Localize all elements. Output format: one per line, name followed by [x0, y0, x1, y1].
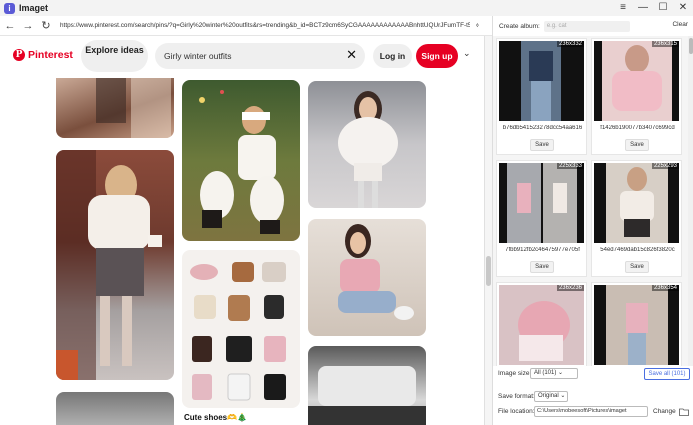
clear-search-icon[interactable]: ✕	[346, 48, 357, 62]
image-dimensions: 236x315	[651, 41, 679, 47]
pin-image[interactable]	[308, 81, 426, 208]
save-format-label: Save format:	[498, 393, 535, 400]
feed-scrollbar-thumb[interactable]	[486, 256, 491, 286]
save-all-button[interactable]: Save all (101)	[644, 368, 690, 380]
save-format-select[interactable]: Original ⌄	[534, 391, 568, 402]
image-dimensions: 225x293	[651, 163, 679, 169]
thumbnail[interactable]	[594, 163, 679, 243]
image-filename: f1426b190077b3407c699cd	[600, 125, 675, 131]
image-size-row: Image size: All (101) ⌄ Save all (101)	[493, 366, 693, 382]
app-logo-icon: i	[4, 2, 15, 14]
download-panel: Create album: e.g. cat Clear 236x332 b76…	[492, 16, 693, 425]
pinterest-logo[interactable]: P Pinterest	[13, 49, 73, 61]
pin-image[interactable]	[308, 219, 426, 336]
clear-button[interactable]: Clear	[672, 21, 688, 28]
image-filename: 7fbb912fb2c46475977e705f	[505, 247, 580, 253]
save-button[interactable]: Save	[625, 139, 649, 151]
pin-caption[interactable]: Cute shoes🫶🎄	[184, 413, 247, 422]
browser-toolbar: ← → ↻ https://www.pinterest.com/search/p…	[0, 16, 492, 36]
window-controls: ≡ — ☐ ✕	[617, 1, 689, 15]
minimize-icon[interactable]: —	[637, 1, 649, 15]
pinterest-header: P Pinterest Explore ideas Girly winter o…	[0, 36, 484, 78]
album-label: Create album:	[499, 22, 540, 30]
forward-arrow-icon[interactable]: →	[20, 20, 36, 32]
panel-scrollbar-thumb[interactable]	[689, 38, 693, 54]
image-item[interactable]: 225x333 7fbb912fb2c46475977e705f Save	[496, 160, 587, 277]
image-filename: b76db541523278dcc54aa616	[502, 125, 583, 131]
panel-scrollbar[interactable]	[688, 36, 693, 381]
search-value: Girly winter outfits	[164, 51, 232, 61]
image-item[interactable]: 225x293 54ed7469dab15c826f3820c Save	[591, 160, 682, 277]
image-size-label: Image size:	[498, 370, 532, 377]
folder-icon[interactable]	[679, 408, 689, 416]
album-name-input[interactable]: e.g. cat	[543, 20, 630, 32]
explore-ideas-button[interactable]: Explore ideas	[81, 40, 148, 72]
save-button[interactable]: Save	[530, 261, 554, 273]
save-format-row: Save format: Original ⌄	[493, 390, 693, 404]
thumbnail[interactable]	[594, 41, 679, 121]
album-row: Create album: e.g. cat Clear	[493, 16, 693, 36]
close-icon[interactable]: ✕	[677, 1, 689, 15]
title-bar: i Imaget ≡ — ☐ ✕	[0, 0, 693, 16]
pin-image[interactable]	[56, 78, 174, 138]
extension-icon[interactable]: ⬫	[476, 20, 479, 31]
image-size-select[interactable]: All (101) ⌄	[530, 368, 578, 379]
signup-button[interactable]: Sign up	[416, 44, 458, 68]
file-location-label: File location:	[498, 408, 535, 415]
thumbnail[interactable]	[499, 163, 584, 243]
pinterest-wordmark: Pinterest	[28, 49, 73, 61]
image-dimensions: 236x354	[651, 285, 679, 291]
image-item[interactable]: 236x332 b76db541523278dcc54aa616 Save	[496, 38, 587, 155]
app-title: Imaget	[19, 3, 49, 13]
maximize-icon[interactable]: ☐	[657, 1, 669, 15]
image-dimensions: 236x236	[556, 285, 584, 291]
file-location-field[interactable]: C:\Users\mobeesoft\Pictures\imaget	[534, 406, 648, 417]
feed-scrollbar[interactable]	[484, 36, 492, 425]
chevron-down-icon[interactable]: ⌄	[463, 48, 471, 59]
image-dimensions: 236x332	[556, 41, 584, 47]
image-filename: 54ed7469dab15c826f3820c	[600, 247, 675, 253]
pin-feed: Cute shoes🫶🎄	[0, 78, 484, 425]
image-item[interactable]: 236x315 f1426b190077b3407c699cd Save	[591, 38, 682, 155]
image-dimensions: 225x333	[556, 163, 584, 169]
back-arrow-icon[interactable]: ←	[2, 20, 18, 32]
thumbnail[interactable]	[499, 41, 584, 121]
change-location-button[interactable]: Change	[653, 408, 676, 415]
url-field[interactable]: https://www.pinterest.com/search/pins/?q…	[60, 22, 470, 29]
pin-image[interactable]	[182, 80, 300, 241]
login-button[interactable]: Log in	[373, 44, 412, 68]
menu-icon[interactable]: ≡	[617, 1, 629, 15]
pin-image[interactable]	[308, 346, 426, 425]
pinterest-logo-icon: P	[13, 49, 25, 61]
file-location-row: File location: C:\Users\mobeesoft\Pictur…	[493, 405, 693, 419]
image-grid: 236x332 b76db541523278dcc54aa616 Save 23…	[493, 36, 688, 381]
image-size-value: All (101)	[534, 370, 557, 376]
pin-image[interactable]	[56, 392, 174, 425]
reload-icon[interactable]: ↻	[38, 19, 54, 32]
save-button[interactable]: Save	[530, 139, 554, 151]
search-input[interactable]: Girly winter outfits ✕	[155, 43, 365, 69]
thumbnail[interactable]	[594, 285, 679, 365]
save-button[interactable]: Save	[625, 261, 649, 273]
save-format-value: Original	[538, 393, 559, 399]
pin-image[interactable]	[56, 150, 174, 380]
thumbnail[interactable]	[499, 285, 584, 365]
pin-image[interactable]	[182, 250, 300, 408]
